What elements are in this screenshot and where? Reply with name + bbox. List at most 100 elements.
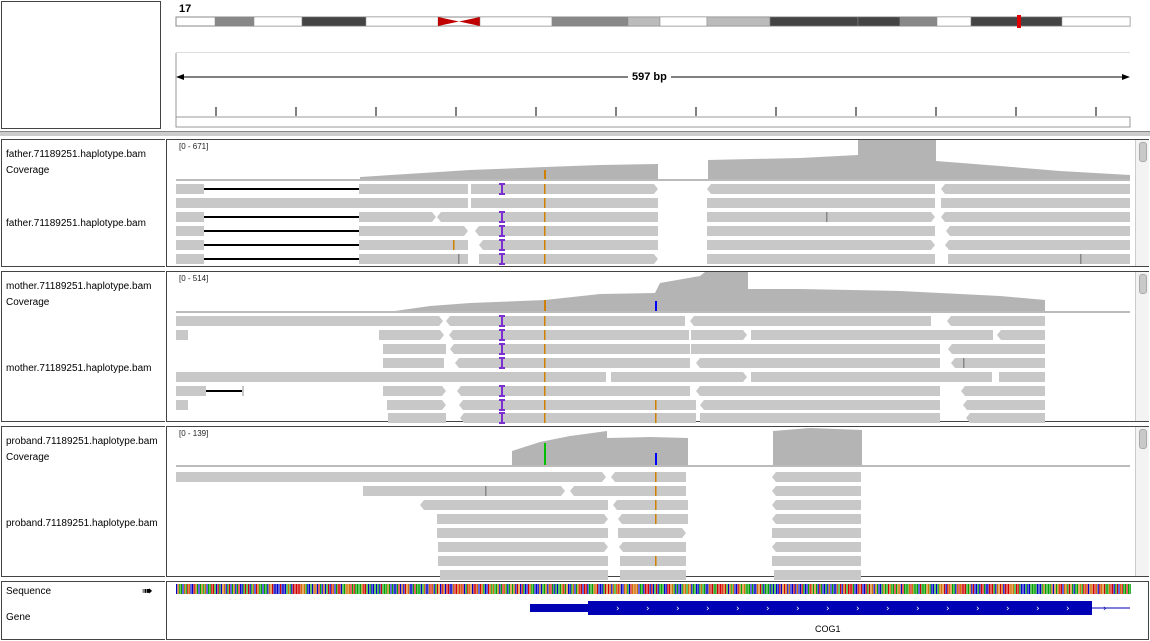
sequence-base (1110, 584, 1112, 594)
sequence-base (683, 584, 685, 594)
ideogram-band (627, 16, 661, 27)
sequence-base (395, 584, 397, 594)
sequence-base (251, 584, 253, 594)
sequence-base (760, 584, 762, 594)
gene-exon (588, 601, 1092, 615)
sequence-base (1049, 584, 1051, 594)
sequence-base (353, 584, 355, 594)
sequence-base (1048, 584, 1050, 594)
sequence-base (464, 584, 466, 594)
read (359, 240, 468, 250)
sequence-base (291, 584, 293, 594)
read (948, 254, 1130, 264)
sequence-base (924, 584, 926, 594)
sequence-base (657, 584, 659, 594)
read (176, 184, 204, 194)
sequence-base (358, 584, 360, 594)
sequence-base (267, 584, 269, 594)
sequence-base (1099, 584, 1101, 594)
sequence-base (841, 584, 843, 594)
gene-name-label[interactable]: COG1 (815, 624, 841, 634)
sequence-base (417, 584, 419, 594)
proband-coverage-range: [0 - 139] (179, 429, 209, 438)
sequence-base (604, 584, 606, 594)
sequence-base (419, 584, 421, 594)
sequence-base (899, 584, 901, 594)
sequence-base (676, 584, 678, 594)
read (176, 472, 606, 482)
sequence-base (1046, 584, 1048, 594)
sequence-base (1043, 584, 1045, 594)
sequence-base (225, 584, 227, 594)
sequence-base (248, 584, 250, 594)
sequence-base (688, 584, 690, 594)
sequence-base (656, 584, 658, 594)
sequence-base (264, 584, 266, 594)
sequence-base (470, 584, 472, 594)
sequence-base (790, 584, 792, 594)
sequence-base (348, 584, 350, 594)
ideogram-band (857, 16, 901, 27)
read (570, 486, 686, 496)
sequence-base (923, 584, 925, 594)
sequence-base (468, 584, 470, 594)
read (460, 413, 696, 423)
sequence-base (491, 584, 493, 594)
sequence-base (736, 584, 738, 594)
sequence-base (187, 584, 189, 594)
sequence-base (585, 584, 587, 594)
sequence-base (425, 584, 427, 594)
sequence-base (497, 584, 499, 594)
sequence-base (534, 584, 536, 594)
read (772, 472, 861, 482)
ideogram-band (970, 16, 1063, 27)
read (176, 226, 204, 236)
sequence-base (1012, 584, 1014, 594)
read (437, 528, 608, 538)
sequence-base (862, 584, 864, 594)
read-mismatch (655, 500, 657, 510)
read (751, 330, 993, 340)
sequence-base (478, 584, 480, 594)
sequence-base (518, 584, 520, 594)
sequence-base (272, 584, 274, 594)
sequence-base (723, 584, 725, 594)
read (948, 344, 1045, 354)
read (963, 400, 1045, 410)
sequence-base (878, 584, 880, 594)
sequence-base (294, 584, 296, 594)
read-mismatch (655, 514, 657, 524)
sequence-base (972, 584, 974, 594)
read-mismatch (544, 386, 546, 396)
sequence-base (214, 584, 216, 594)
read-mismatch (544, 254, 546, 264)
sequence-base (718, 584, 720, 594)
sequence-base (824, 584, 826, 594)
sequence-base (974, 584, 976, 594)
sequence-base (1072, 584, 1074, 594)
sequence-base (489, 584, 491, 594)
sequence-base (716, 584, 718, 594)
sequence-base (238, 584, 240, 594)
sequence-base (278, 584, 280, 594)
mother-coverage-range: [0 - 514] (179, 274, 209, 283)
sequence-base (444, 584, 446, 594)
read (999, 372, 1045, 382)
strand-chevron-icon: › (856, 604, 860, 614)
sequence-base (905, 584, 907, 594)
read (379, 330, 444, 340)
sequence-base (1001, 584, 1003, 594)
read (997, 330, 1045, 340)
sequence-base (1118, 584, 1120, 594)
sequence-base (641, 584, 643, 594)
sequence-base (884, 584, 886, 594)
read (707, 240, 935, 250)
sequence-base (496, 584, 498, 594)
sequence-base (1040, 584, 1042, 594)
sequence-base (179, 584, 181, 594)
ruler-top-line (176, 52, 1130, 53)
sequence-base (411, 584, 413, 594)
sequence-base (556, 584, 558, 594)
sequence-base (1124, 584, 1126, 594)
sequence-base (542, 584, 544, 594)
